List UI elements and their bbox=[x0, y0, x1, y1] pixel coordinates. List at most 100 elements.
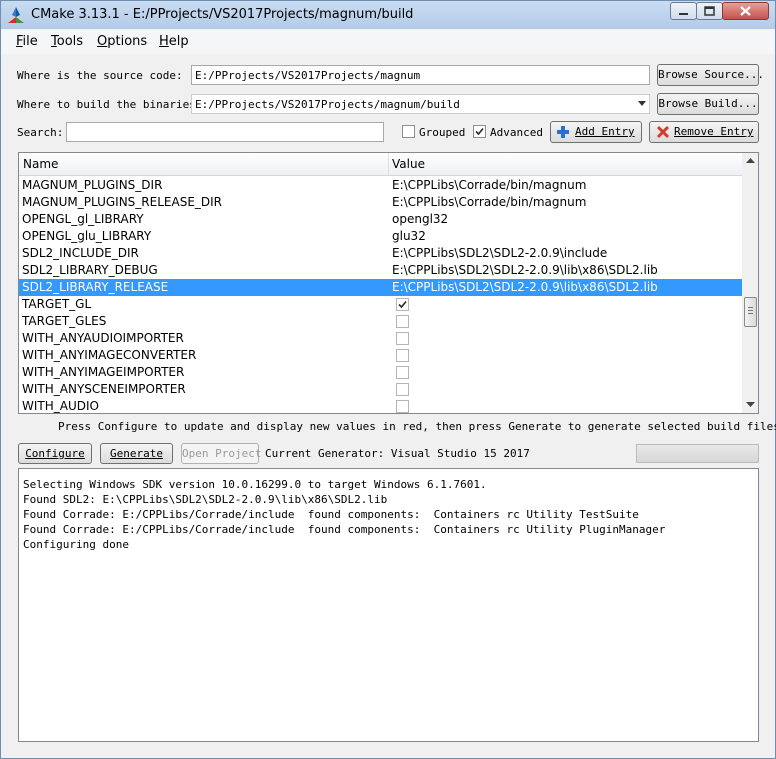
header-name[interactable]: Name bbox=[23, 157, 58, 171]
row-name: OPENGL_gl_LIBRARY bbox=[22, 212, 144, 226]
configure-label: Configure bbox=[25, 447, 85, 460]
open-project-button[interactable]: Open Project bbox=[181, 443, 261, 464]
scroll-up-arrow-icon[interactable] bbox=[746, 158, 755, 164]
row-name: WITH_ANYIMAGEIMPORTER bbox=[22, 365, 185, 379]
maximize-icon bbox=[704, 6, 715, 16]
configure-button[interactable]: Configure bbox=[18, 443, 92, 464]
table-row[interactable]: TARGET_GL bbox=[19, 296, 742, 313]
row-value-checkbox[interactable] bbox=[396, 298, 409, 311]
table-header: Name Value bbox=[19, 153, 742, 176]
generate-label: Generate bbox=[110, 447, 163, 460]
header-divider[interactable] bbox=[388, 153, 389, 175]
scrollbar-thumb[interactable] bbox=[744, 297, 757, 327]
table-row[interactable]: WITH_ANYIMAGECONVERTER bbox=[19, 347, 742, 364]
menu-tools[interactable]: Tools bbox=[51, 34, 83, 49]
hint-text: Press Configure to update and display ne… bbox=[58, 420, 776, 433]
table-row[interactable]: WITH_ANYAUDIOIMPORTER bbox=[19, 330, 742, 347]
row-name: WITH_AUDIO bbox=[22, 399, 99, 413]
vertical-scrollbar[interactable] bbox=[742, 153, 758, 413]
add-entry-button[interactable]: Add Entry bbox=[550, 121, 642, 143]
cmake-window: CMake 3.13.1 - E:/PProjects/VS2017Projec… bbox=[0, 0, 776, 759]
table-row[interactable]: SDL2_INCLUDE_DIR E:\CPPLibs\SDL2\SDL2-2.0… bbox=[19, 245, 742, 262]
table-row[interactable]: TARGET_GLES bbox=[19, 313, 742, 330]
advanced-checkbox[interactable] bbox=[473, 125, 486, 138]
build-combobox-value: E:/PProjects/VS2017Projects/magnum/build bbox=[195, 98, 460, 111]
row-value[interactable]: E:\CPPLibs\Corrade/bin/magnum bbox=[392, 178, 586, 192]
table-row[interactable]: OPENGL_gl_LIBRARY opengl32 bbox=[19, 211, 742, 228]
plus-icon bbox=[557, 126, 569, 138]
row-value[interactable]: E:\CPPLibs\Corrade/bin/magnum bbox=[392, 195, 586, 209]
row-value-checkbox[interactable] bbox=[396, 315, 409, 328]
window-title: CMake 3.13.1 - E:/PProjects/VS2017Projec… bbox=[31, 7, 414, 22]
row-name: TARGET_GL bbox=[22, 297, 92, 311]
row-name: SDL2_LIBRARY_DEBUG bbox=[22, 263, 158, 277]
output-line: Configuring done bbox=[23, 538, 129, 551]
maximize-button[interactable] bbox=[696, 2, 723, 20]
minimize-icon bbox=[679, 13, 688, 15]
row-value-checkbox[interactable] bbox=[396, 400, 409, 413]
row-value-checkbox[interactable] bbox=[396, 366, 409, 379]
output-line: Found Corrade: E:/CPPLibs/Corrade/includ… bbox=[23, 508, 639, 521]
output-line: Selecting Windows SDK version 10.0.16299… bbox=[23, 478, 487, 491]
build-combobox[interactable]: E:/PProjects/VS2017Projects/magnum/build bbox=[191, 94, 650, 114]
red-x-icon bbox=[656, 125, 670, 139]
row-name: MAGNUM_PLUGINS_RELEASE_DIR bbox=[22, 195, 223, 209]
grouped-checkbox[interactable] bbox=[402, 125, 415, 138]
row-name: OPENGL_glu_LIBRARY bbox=[22, 229, 152, 243]
remove-entry-button[interactable]: Remove Entry bbox=[649, 121, 759, 143]
grouped-label: Grouped bbox=[419, 126, 466, 139]
row-value-checkbox[interactable] bbox=[396, 349, 409, 362]
menu-bar: File Tools Options Help bbox=[1, 30, 775, 54]
search-input[interactable] bbox=[66, 122, 384, 142]
menu-file[interactable]: File bbox=[16, 34, 38, 49]
header-value[interactable]: Value bbox=[392, 157, 425, 171]
row-value-checkbox[interactable] bbox=[396, 383, 409, 396]
menu-help[interactable]: Help bbox=[159, 34, 189, 49]
close-icon bbox=[740, 6, 751, 16]
close-button[interactable] bbox=[722, 2, 769, 20]
row-value[interactable]: glu32 bbox=[392, 229, 426, 243]
table-row[interactable]: WITH_AUDIO bbox=[19, 398, 742, 413]
build-label: Where to build the binaries: bbox=[17, 98, 203, 111]
cache-table[interactable]: Name Value MAGNUM_PLUGINS_DIR E:\CPPLibs\… bbox=[18, 152, 759, 414]
cmake-logo-icon bbox=[8, 7, 24, 23]
add-entry-label: Add Entry bbox=[575, 125, 635, 138]
row-value[interactable]: E:\CPPLibs\SDL2\SDL2-2.0.9\lib\x86\SDL2.… bbox=[392, 263, 658, 277]
row-value[interactable]: E:\CPPLibs\SDL2\SDL2-2.0.9\lib\x86\SDL2.… bbox=[392, 280, 658, 294]
row-name: SDL2_INCLUDE_DIR bbox=[22, 246, 139, 260]
minimize-button[interactable] bbox=[670, 2, 697, 20]
checkmark-icon bbox=[398, 300, 407, 309]
output-line: Found SDL2: E:\CPPLibs\SDL2\SDL2-2.0.9\l… bbox=[23, 493, 388, 506]
row-name: SDL2_LIBRARY_RELEASE bbox=[22, 280, 169, 294]
source-label: Where is the source code: bbox=[17, 69, 183, 82]
advanced-label: Advanced bbox=[490, 126, 543, 139]
output-line: Found Corrade: E:/CPPLibs/Corrade/includ… bbox=[23, 523, 666, 536]
row-name: WITH_ANYSCENEIMPORTER bbox=[22, 382, 186, 396]
row-value[interactable]: E:\CPPLibs\SDL2\SDL2-2.0.9\include bbox=[392, 246, 607, 260]
row-name: MAGNUM_PLUGINS_DIR bbox=[22, 178, 163, 192]
table-row[interactable]: OPENGL_glu_LIBRARY glu32 bbox=[19, 228, 742, 245]
table-row[interactable]: SDL2_LIBRARY_DEBUG E:\CPPLibs\SDL2\SDL2-2… bbox=[19, 262, 742, 279]
source-input[interactable]: E:/PProjects/VS2017Projects/magnum bbox=[191, 65, 650, 85]
progress-bar bbox=[636, 444, 759, 463]
current-generator-text: Current Generator: Visual Studio 15 2017 bbox=[265, 447, 530, 460]
title-bar[interactable]: CMake 3.13.1 - E:/PProjects/VS2017Projec… bbox=[1, 1, 775, 29]
row-name: TARGET_GLES bbox=[22, 314, 107, 328]
table-row[interactable]: WITH_ANYIMAGEIMPORTER bbox=[19, 364, 742, 381]
table-row[interactable]: MAGNUM_PLUGINS_RELEASE_DIR E:\CPPLibs\Cor… bbox=[19, 194, 742, 211]
search-label: Search: bbox=[17, 126, 64, 139]
row-value-checkbox[interactable] bbox=[396, 332, 409, 345]
scroll-down-arrow-icon[interactable] bbox=[746, 402, 755, 408]
remove-entry-label: Remove Entry bbox=[674, 125, 754, 138]
row-value[interactable]: opengl32 bbox=[392, 212, 448, 226]
chevron-down-icon bbox=[638, 101, 646, 106]
browse-source-button[interactable]: Browse Source... bbox=[657, 64, 764, 86]
output-log[interactable]: Selecting Windows SDK version 10.0.16299… bbox=[18, 468, 759, 742]
table-row[interactable]: WITH_ANYSCENEIMPORTER bbox=[19, 381, 742, 398]
table-row[interactable]: MAGNUM_PLUGINS_DIR E:\CPPLibs\Corrade/bin… bbox=[19, 177, 742, 194]
menu-options[interactable]: Options bbox=[97, 34, 147, 49]
generate-button[interactable]: Generate bbox=[100, 443, 173, 464]
browse-build-button[interactable]: Browse Build... bbox=[657, 93, 759, 115]
row-name: WITH_ANYAUDIOIMPORTER bbox=[22, 331, 184, 345]
table-row[interactable]: SDL2_LIBRARY_RELEASE E:\CPPLibs\SDL2\SDL2… bbox=[19, 279, 742, 296]
